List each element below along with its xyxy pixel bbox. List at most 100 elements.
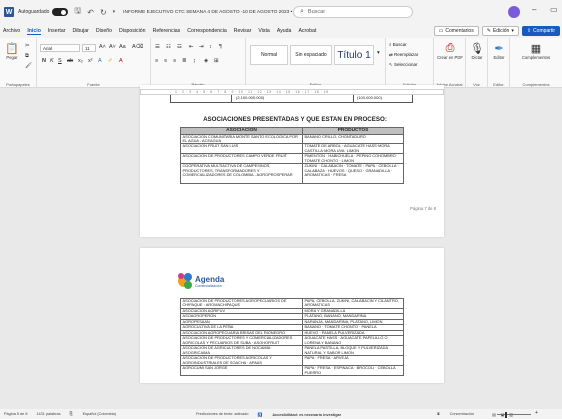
superscript-icon[interactable]: x² — [88, 58, 93, 64]
document-page[interactable]: Agenda Comercialización ASOCIACION DE PR… — [140, 248, 444, 383]
sort-icon[interactable]: ↕ — [209, 44, 212, 50]
user-avatar[interactable] — [508, 6, 520, 18]
format-painter-icon[interactable]: 🖌 — [25, 63, 32, 69]
search-input[interactable]: ⌕ Buscar — [293, 6, 413, 18]
tab-correspondencia[interactable]: Correspondencia — [187, 28, 227, 34]
find-button[interactable]: ⌕ Buscar — [389, 42, 407, 47]
zoom-in-icon[interactable]: + — [535, 410, 538, 416]
text-effects-icon[interactable]: A — [98, 58, 102, 64]
horizontal-ruler[interactable]: 1 · 2 · 3 · 4 · 5 · 6 · 7 · 8 · 9 · 10 ·… — [140, 89, 444, 95]
select-button[interactable]: ↖ Seleccionar — [389, 62, 418, 68]
zoom-slider[interactable] — [497, 414, 531, 415]
language-status[interactable]: ⎘ Español (Colombia) — [70, 412, 125, 416]
align-center-icon[interactable]: ≡ — [164, 58, 167, 64]
multilevel-list-icon[interactable]: ☲ — [177, 44, 182, 50]
editor-group: ✒ Editor Editor — [488, 38, 510, 88]
create-pdf-button[interactable]: ⎙ Crear en PDF — [437, 42, 463, 60]
clear-format-icon[interactable]: A⌫ — [132, 44, 143, 50]
borders-icon[interactable]: ⊞ — [214, 58, 219, 64]
styles-more-icon[interactable]: ▾ — [377, 50, 380, 56]
addins-icon: ▦ — [530, 43, 542, 55]
associations-table: ASOCIACION PRODUCTOS ASOCIACION COMUNITA… — [180, 127, 404, 185]
page-count-status[interactable]: Página 5 de 8 — [4, 412, 27, 416]
font-color-icon[interactable]: A — [119, 58, 123, 64]
numbering-icon[interactable]: ☷ — [166, 44, 171, 50]
highlight-icon[interactable]: ✐ — [108, 58, 113, 64]
dictate-button[interactable]: 🎙 Dictar — [467, 42, 487, 60]
tab-disposicion[interactable]: Disposición — [119, 28, 146, 34]
customize-toolbar-icon[interactable]: ▾ — [113, 9, 116, 15]
minimize-icon[interactable]: – — [532, 5, 536, 14]
comments-button[interactable]: ▭ Comentarios — [433, 26, 479, 36]
read-mode-icon[interactable]: ▤ — [492, 412, 496, 417]
decrease-indent-icon[interactable]: ⇤ — [189, 44, 194, 50]
font-name-select[interactable]: Arial — [40, 44, 80, 52]
bullets-icon[interactable]: ☰ — [155, 44, 160, 50]
paste-button[interactable]: 📋 Pegar — [3, 42, 21, 60]
grow-font-icon[interactable]: A˄ — [99, 44, 106, 50]
underline-icon[interactable]: S — [58, 58, 62, 64]
zoom-slider-handle[interactable] — [504, 411, 507, 418]
undo-icon[interactable]: ↶ — [87, 8, 94, 17]
restore-icon[interactable]: ▭ — [550, 5, 558, 14]
predictions-status[interactable]: Predicciones de texto: activado — [196, 412, 249, 416]
addins-group-label: Complementos — [522, 82, 550, 87]
tab-acrobat[interactable]: Acrobat — [298, 28, 316, 34]
bold-icon[interactable]: N — [42, 58, 46, 64]
align-right-icon[interactable]: ≡ — [173, 58, 176, 64]
copy-icon[interactable]: ⧉ — [25, 53, 29, 60]
word-logo-icon: W — [4, 7, 14, 17]
tab-vista[interactable]: Vista — [258, 28, 269, 34]
addins-group: ▦ Complementos Complementos — [510, 38, 562, 88]
tab-diseno[interactable]: Diseño — [96, 28, 112, 34]
style-no-spacing[interactable]: Sin espaciado — [290, 45, 332, 65]
autosave-toggle[interactable] — [52, 8, 69, 16]
voice-group: 🎙 Dictar Voz — [466, 38, 488, 88]
table-cell: COOPERATIVA MULTIACTIVA DE CAMPESINOS, P… — [180, 163, 303, 185]
font-size-select[interactable]: 11 — [82, 44, 96, 52]
search-placeholder: Buscar — [307, 9, 326, 15]
redo-icon[interactable]: ↻ — [100, 8, 107, 17]
word-count-status[interactable]: 1431 palabras — [36, 412, 60, 416]
table-cell: PAPA, CEBOLLA, ZUKINI, CALABACIN Y CILAN… — [302, 298, 404, 309]
share-button[interactable]: ⇪ Compartir — [521, 26, 560, 36]
editing-group: ⌕ Buscar ⇄ Reemplazar ↖ Seleccionar Edic… — [386, 38, 434, 88]
pilcrow-icon[interactable]: ¶ — [219, 44, 222, 50]
editor-button[interactable]: ✒ Editor — [489, 42, 509, 60]
tab-ayuda[interactable]: Ayuda — [277, 28, 292, 34]
logo-subtext: Comercialización — [195, 284, 222, 288]
addins-button[interactable]: ▦ Complementos — [514, 42, 558, 60]
table-cell: TOMATE DE ARBOL · AGUACATE HASS·MORA CAS… — [302, 143, 404, 155]
tab-revisar[interactable]: Revisar — [234, 28, 252, 34]
cut-icon[interactable]: ✂ — [25, 43, 30, 49]
subscript-icon[interactable]: x₂ — [78, 58, 83, 64]
replace-button[interactable]: ⇄ Reemplazar — [389, 52, 418, 58]
page-number: Página 7 de 8 — [410, 206, 436, 211]
tab-inicio[interactable]: Inicio — [27, 28, 41, 35]
strikethrough-icon[interactable]: ab — [67, 58, 73, 64]
justify-icon[interactable]: ≣ — [182, 58, 187, 64]
tab-archivo[interactable]: Archivo — [3, 28, 20, 34]
shading-icon[interactable]: ◈ — [204, 58, 208, 64]
shrink-font-icon[interactable]: A˅ — [109, 44, 116, 50]
focus-button[interactable]: ⧈ Concentración — [437, 412, 483, 416]
table-row: ASOCIACION DE PRODUCTORES AGRICOLAS Y AG… — [180, 355, 404, 367]
align-left-icon[interactable]: ≡ — [155, 58, 158, 64]
increase-indent-icon[interactable]: ⇥ — [199, 44, 204, 50]
ribbon: 📋 Pegar ✂ ⧉ 🖌 Portapapeles Arial 11 A˄ A… — [0, 38, 562, 88]
tab-referencias[interactable]: Referencias — [153, 28, 181, 34]
save-icon[interactable]: 🖫 — [74, 5, 81, 19]
style-heading-1[interactable]: Título 1 — [334, 45, 374, 65]
table-cell: ASOCIACION DE PRODUCTORES CAMPO VERDE FR… — [180, 153, 303, 165]
table-cell: AGROCUMI SAN JORGE — [180, 365, 303, 377]
style-normal[interactable]: Normal — [250, 45, 288, 65]
editing-mode-button[interactable]: ✎ Edición ▾ — [481, 26, 519, 36]
document-page[interactable]: (2.100.000.000) (100.000.000) ASOCIACION… — [140, 85, 444, 237]
italic-icon[interactable]: K — [50, 58, 54, 64]
change-case-icon[interactable]: Aa — [119, 44, 126, 50]
table-cell: ASOCIACION DE PRODUCTORES Y COMERCIALIZA… — [180, 335, 303, 347]
line-spacing-icon[interactable]: ↨ — [193, 58, 196, 64]
accessibility-status[interactable]: ♿ Accesibilidad: es necesario investigar — [258, 412, 351, 417]
tab-dibujar[interactable]: Dibujar — [72, 28, 88, 34]
tab-insertar[interactable]: Insertar — [48, 28, 66, 34]
